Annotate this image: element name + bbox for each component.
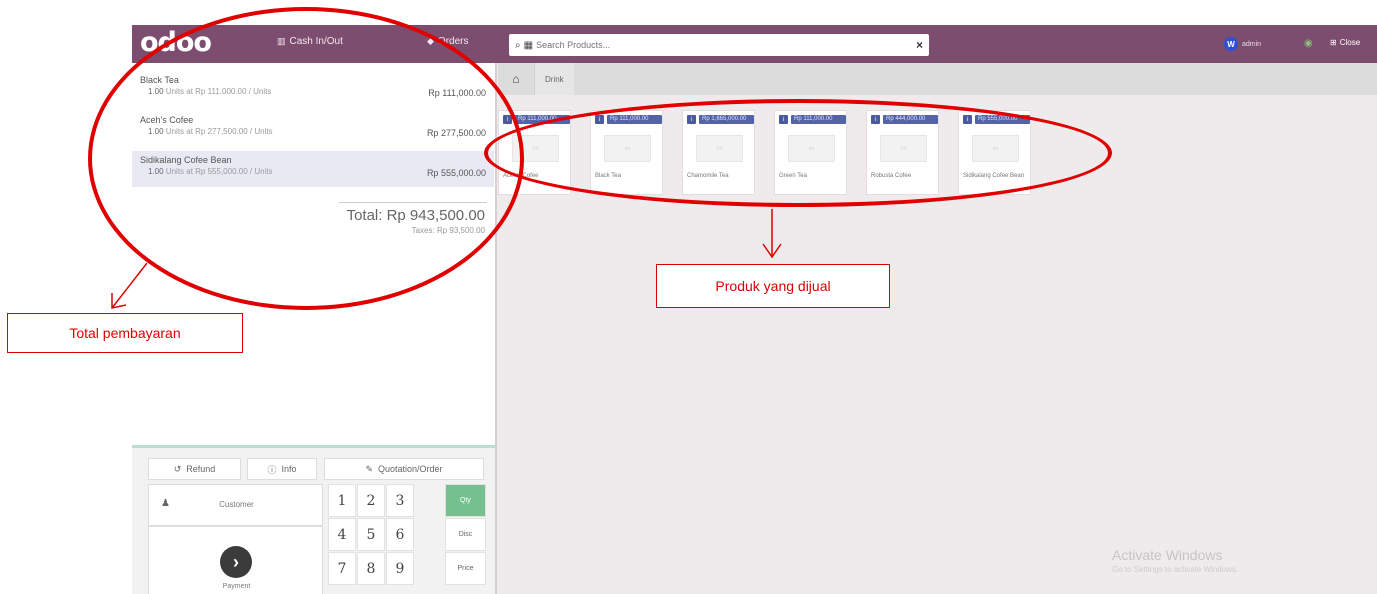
close-label: Close — [1339, 38, 1361, 47]
close-icon: ⊞ — [1330, 38, 1337, 47]
numpad-key-1[interactable]: 1 — [328, 484, 356, 517]
numpad-key-2[interactable]: 2 — [357, 484, 385, 517]
activate-windows-subtitle: Go to Settings to activate Windows. — [1112, 565, 1239, 574]
control-pad: ↺ Refund ⓘ Info ✎ Quotation/Order ♟ Cust… — [132, 445, 495, 594]
customer-button[interactable]: ♟ Customer — [148, 484, 323, 526]
numpad-key-7[interactable]: 7 — [328, 552, 356, 585]
refund-label: Refund — [186, 464, 216, 474]
numpad-key-6[interactable]: 6 — [386, 518, 414, 551]
mode-disc-button[interactable]: Disc — [445, 518, 486, 551]
numpad-key-3[interactable]: 3 — [386, 484, 414, 517]
info-icon: ⓘ — [267, 464, 277, 475]
info-button[interactable]: ⓘ Info — [247, 458, 317, 480]
annotation-label-total: Total pembayaran — [7, 313, 243, 353]
chevron-right-icon: › — [220, 546, 252, 578]
numpad-key-8[interactable]: 8 — [357, 552, 385, 585]
category-drink[interactable]: Drink — [534, 63, 574, 95]
search-box[interactable]: ⌕ ▦ × — [509, 34, 929, 56]
refund-button[interactable]: ↺ Refund — [148, 458, 241, 480]
user-badge[interactable]: W admin — [1224, 37, 1261, 51]
mode-qty-button[interactable]: Qty — [445, 484, 486, 517]
quotation-order-button[interactable]: ✎ Quotation/Order — [324, 458, 484, 480]
quotation-icon: ✎ — [365, 463, 373, 474]
search-input[interactable] — [536, 40, 913, 50]
payment-button[interactable]: › Payment — [148, 526, 323, 594]
numpad-key-4[interactable]: 4 — [328, 518, 356, 551]
screenshot-stage: odoo ▥ Cash In/Out ◆ Orders ⌕ ▦ × W admi… — [0, 0, 1377, 594]
numpad-key-5[interactable]: 5 — [357, 518, 385, 551]
annotation-label-products: Produk yang dijual — [656, 264, 890, 308]
refund-icon: ↺ — [173, 463, 182, 474]
customer-label: Customer — [219, 500, 254, 509]
clear-search-icon[interactable]: × — [916, 38, 923, 52]
search-icon: ⌕ — [515, 39, 521, 51]
close-session-button[interactable]: ⊞ Close — [1330, 38, 1360, 47]
mode-price-button[interactable]: Price — [445, 552, 486, 585]
user-avatar: W — [1224, 37, 1238, 51]
payment-label: Payment — [222, 583, 251, 590]
barcode-icon: ▦ — [523, 39, 534, 51]
quotation-label: Quotation/Order — [378, 464, 443, 474]
annotation-ellipse-products — [484, 99, 1112, 207]
annotation-ellipse-total — [88, 7, 524, 310]
info-label: Info — [281, 464, 297, 474]
user-name: admin — [1242, 40, 1262, 48]
numpad-key-9[interactable]: 9 — [386, 552, 414, 585]
wifi-icon: ◉ — [1304, 38, 1313, 49]
home-icon[interactable]: ⌂ — [498, 63, 534, 95]
category-breadcrumb: ⌂ Drink — [498, 63, 1377, 95]
activate-windows-title: Activate Windows — [1112, 547, 1223, 563]
